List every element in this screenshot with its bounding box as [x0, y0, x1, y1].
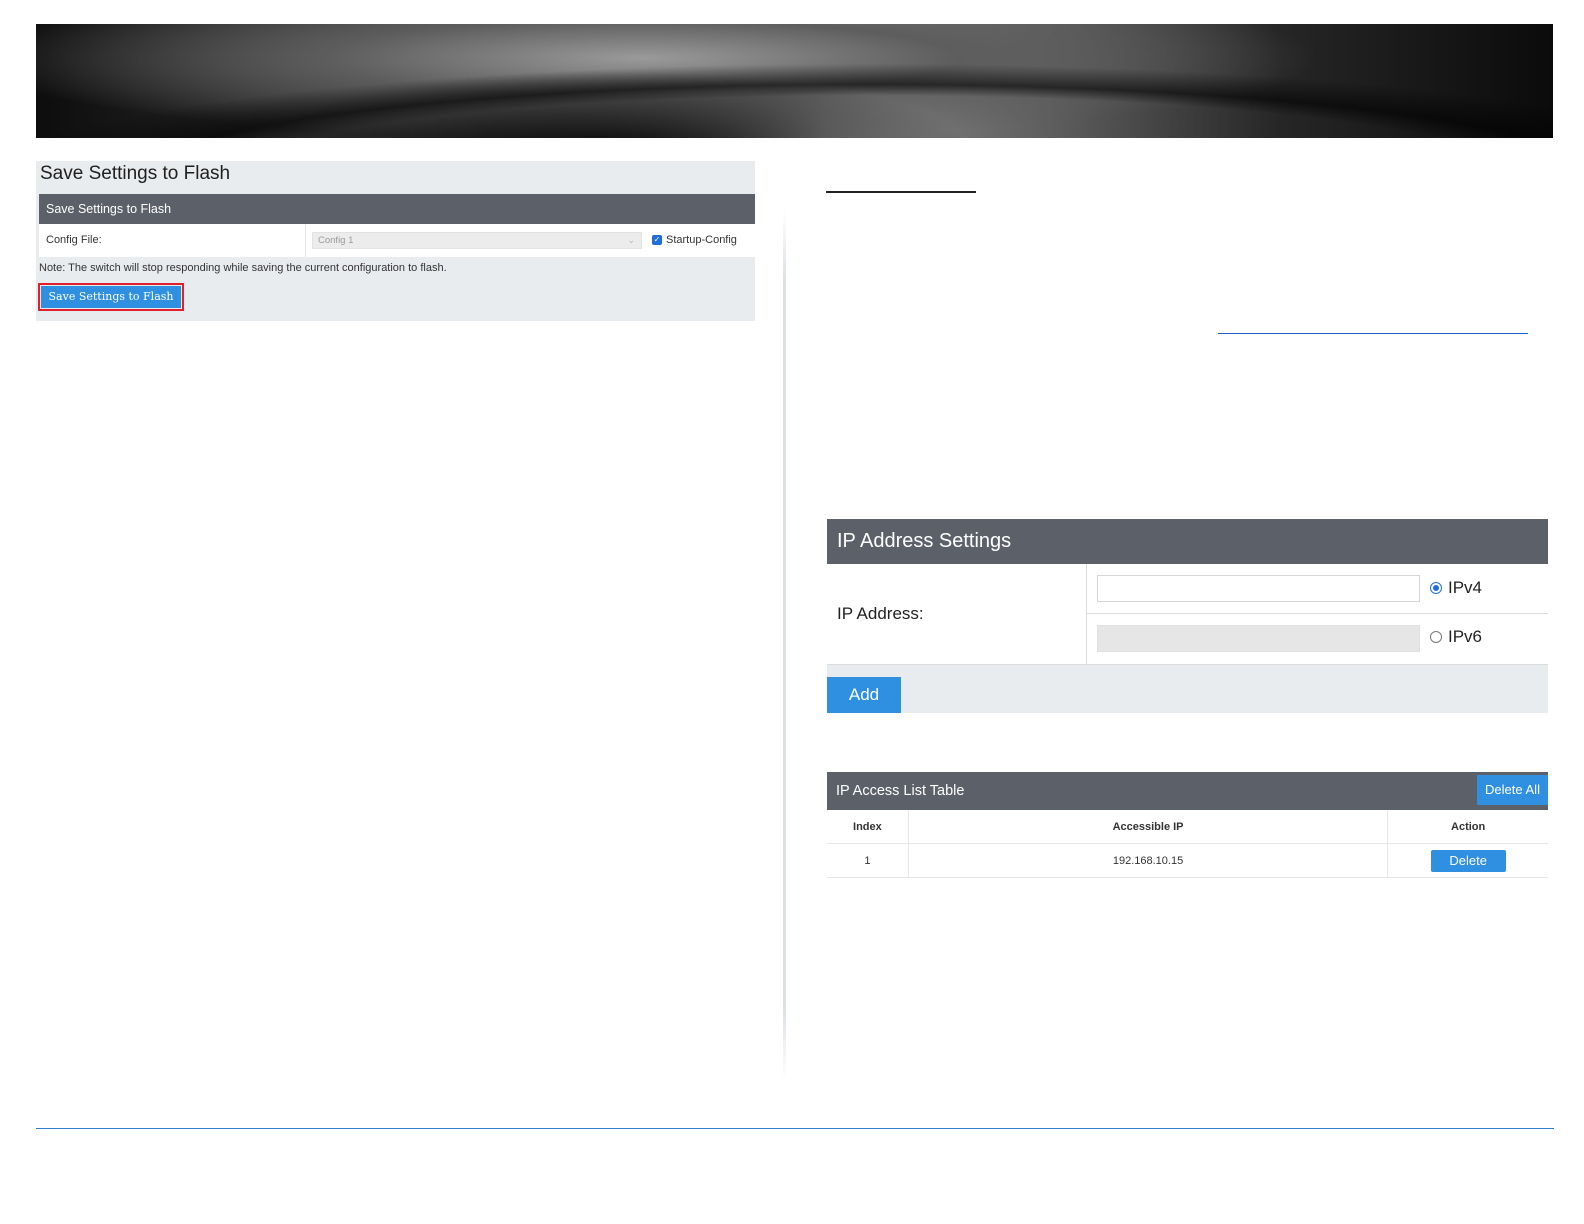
access-list-grid: Index Accessible IP Action 1 192.168.10.…: [827, 810, 1548, 878]
row-index: 1: [827, 843, 909, 878]
form-bottom-border: [827, 664, 1548, 665]
ip-access-list-title: IP Access List Table: [836, 783, 965, 799]
column-header-accessible-ip: Accessible IP: [908, 810, 1389, 844]
link-underline: [1218, 333, 1528, 334]
ipv6-address-input[interactable]: [1097, 625, 1420, 652]
save-note: Note: The switch will stop responding wh…: [39, 262, 447, 274]
ipv4-address-input[interactable]: [1097, 575, 1420, 602]
chevron-down-icon: ⌄: [627, 235, 635, 245]
config-file-select[interactable]: Config 1 ⌄: [312, 232, 642, 249]
column-divider: [305, 224, 306, 257]
config-file-value: Config 1: [318, 235, 354, 246]
config-file-row: Config File: Config 1 ⌄ ✓ Startup-Config: [39, 224, 755, 257]
header-banner: [36, 24, 1553, 138]
column-header-action: Action: [1387, 810, 1548, 844]
vertical-divider: [783, 210, 786, 1080]
ip-access-list-header: IP Access List Table Delete All: [827, 772, 1548, 810]
ipv4-radio[interactable]: [1430, 582, 1442, 594]
table-row: 1 192.168.10.15 Delete: [827, 843, 1548, 878]
page-title: Save Settings to Flash: [40, 163, 231, 184]
startup-config-label: Startup-Config: [666, 234, 737, 246]
ipv4-label: IPv4: [1448, 578, 1483, 597]
ip-address-label: IP Address:: [837, 604, 924, 623]
row-accessible-ip: 192.168.10.15: [908, 843, 1389, 878]
column-divider: [1086, 564, 1087, 664]
save-settings-button[interactable]: Save Settings to Flash: [41, 286, 181, 308]
section-header: Save Settings to Flash: [39, 194, 755, 224]
footer-rule: [36, 1128, 1554, 1129]
delete-button[interactable]: Delete: [1430, 849, 1506, 872]
highlight-box: Save Settings to Flash: [38, 283, 184, 311]
config-file-label: Config File:: [46, 234, 102, 246]
row-action-cell: Delete: [1387, 843, 1548, 878]
add-button[interactable]: Add: [827, 677, 901, 713]
delete-all-button[interactable]: Delete All: [1477, 775, 1548, 805]
table-header-row: Index Accessible IP Action: [827, 810, 1548, 844]
heading-underline: [826, 191, 976, 193]
save-settings-panel: Save Settings to Flash Save Settings to …: [36, 161, 755, 321]
ipv6-label: IPv6: [1448, 627, 1483, 646]
ip-address-form: IP Address: IPv4 IPv6: [827, 564, 1548, 664]
ip-address-settings-header: IP Address Settings: [827, 519, 1548, 564]
startup-config-checkbox[interactable]: ✓: [652, 235, 662, 245]
column-header-index: Index: [827, 810, 909, 844]
row-divider: [1087, 613, 1548, 614]
ipv6-radio[interactable]: [1430, 631, 1442, 643]
ip-address-settings-panel: IP Address Settings IP Address: IPv4 IPv…: [827, 519, 1548, 713]
